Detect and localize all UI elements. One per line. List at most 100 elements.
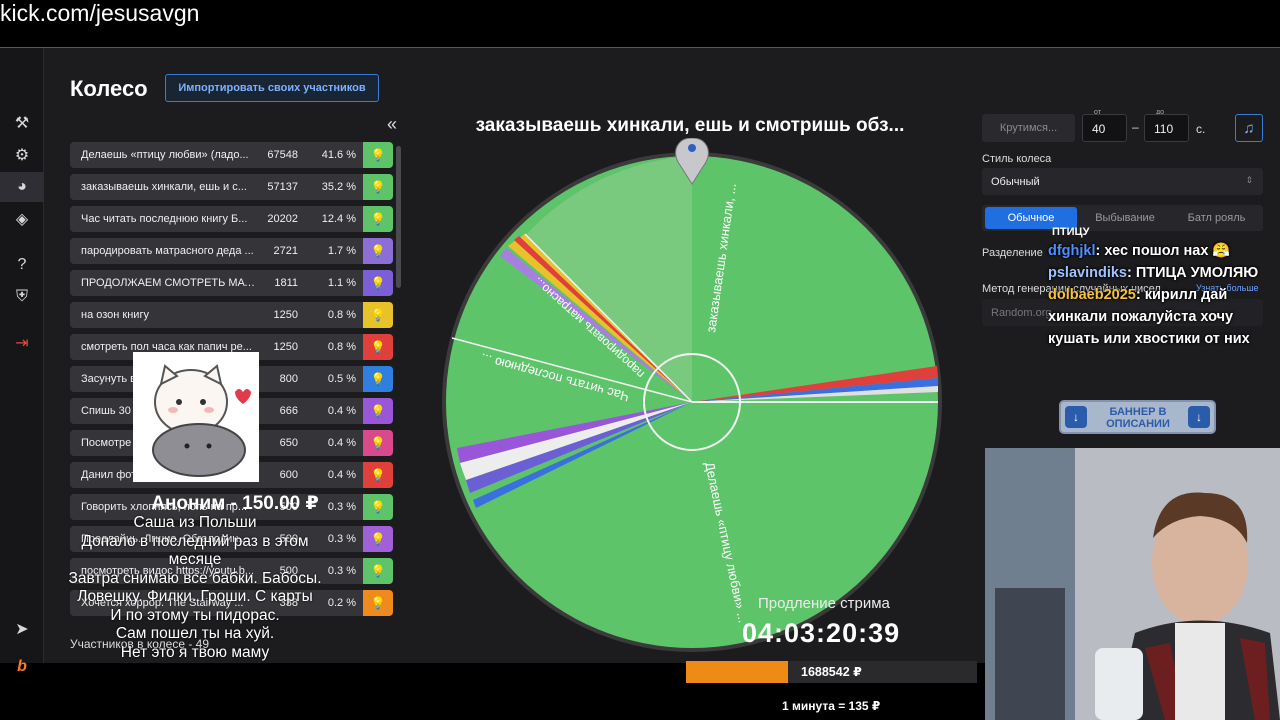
seconds-label: с. — [1196, 122, 1206, 136]
participant-row[interactable]: заказываешь хинкали, ешь и с... 57137 35.2… — [70, 174, 393, 200]
wheel-icon[interactable]: ◕ — [0, 172, 44, 202]
lightbulb-icon: 💡 — [370, 276, 386, 290]
brand-logo-icon: b — [17, 658, 27, 675]
participant-color-button[interactable]: 💡 — [363, 206, 393, 232]
lightbulb-icon: 💡 — [370, 372, 386, 386]
lightbulb-icon: 💡 — [370, 180, 386, 194]
donation-message: Саша из Польши Допало в последний раз в … — [68, 514, 322, 661]
extension-amount: 1688542 ₽ — [801, 665, 862, 679]
participant-count: 1811 — [274, 277, 298, 289]
logout-icon[interactable]: ⇥ — [0, 328, 44, 358]
participants-scrollbar[interactable] — [396, 146, 401, 288]
participant-color-button[interactable]: 💡 — [363, 334, 393, 360]
chat-overlay: dfghjkl: хес пошол нах 😤 pslavindiks: ПТИ… — [1048, 240, 1278, 350]
participant-color-button[interactable]: 💡 — [363, 430, 393, 456]
import-participants-button[interactable]: Импортировать своих участников — [165, 74, 379, 102]
chat-username: pslavindiks — [1048, 265, 1127, 281]
participant-count: 600 — [279, 469, 298, 481]
participant-color-button[interactable]: 💡 — [363, 398, 393, 424]
winner-label: заказываешь хинкали, ешь и смотришь обз.… — [475, 115, 905, 136]
music-button[interactable]: ♫ — [1235, 114, 1263, 142]
participant-percent: 0.4 % — [327, 469, 356, 481]
shield-icon[interactable]: ⛨ — [0, 282, 44, 312]
spin-button[interactable]: Крутимся... — [982, 114, 1075, 142]
participant-count: 67548 — [267, 149, 298, 161]
participant-percent: 41.6 % — [321, 149, 356, 161]
donation-sticker — [133, 352, 259, 482]
participant-row[interactable]: Делаешь «птицу любви» (ладо... 67548 41.6 … — [70, 142, 393, 168]
participant-color-button[interactable]: 💡 — [363, 302, 393, 328]
participant-percent: 1.7 % — [327, 245, 356, 257]
participant-color-button[interactable]: 💡 — [363, 366, 393, 392]
participant-row[interactable]: пародировать матрасного деда ... 2721 1.7 … — [70, 238, 393, 264]
chevron-updown-icon: ⇕ — [1245, 175, 1253, 185]
participant-color-button[interactable]: 💡 — [363, 174, 393, 200]
to-input[interactable]: 110 — [1144, 114, 1189, 142]
participant-count: 666 — [279, 405, 298, 417]
collapse-icon[interactable]: « — [387, 114, 397, 135]
telegram-icon[interactable]: ➤ — [0, 614, 44, 644]
participant-label: ПРОДОЛЖАЕМ СМОТРЕТЬ МАТР... — [81, 277, 259, 289]
participant-color-button[interactable]: 💡 — [363, 590, 393, 616]
chat-username: dolbaeb2025 — [1048, 287, 1136, 303]
help-icon[interactable]: ? — [0, 250, 44, 280]
participant-label: на озон книгу — [81, 309, 149, 321]
layers-icon[interactable]: ◈ — [0, 204, 44, 234]
wheel-style-select[interactable]: Обычный ⇕ — [982, 168, 1263, 195]
participant-label: пародировать матрасного деда ... — [81, 245, 254, 257]
lightbulb-icon: 💡 — [370, 148, 386, 162]
url-overlay: kick.com/jesusavgn — [0, 0, 200, 26]
from-input[interactable]: 40 — [1082, 114, 1127, 142]
range-dash: – — [1132, 120, 1139, 134]
lightbulb-icon: 💡 — [370, 308, 386, 322]
lightbulb-icon: 💡 — [370, 436, 386, 450]
wheel-style-label: Стиль колеса — [982, 153, 1052, 165]
lightbulb-icon: 💡 — [370, 340, 386, 354]
participant-color-button[interactable]: 💡 — [363, 270, 393, 296]
chat-message: dolbaeb2025: кирилл дай хинкали пожалуйс… — [1048, 284, 1278, 350]
lightbulb-icon: 💡 — [370, 212, 386, 226]
participant-count: 20202 — [267, 213, 298, 225]
lightbulb-icon: 💡 — [370, 244, 386, 258]
participant-color-button[interactable]: 💡 — [363, 558, 393, 584]
music-icon: ♫ — [1243, 119, 1255, 137]
tab-elimination[interactable]: Выбывание — [1080, 207, 1170, 229]
gavel-icon[interactable]: ⚒ — [0, 108, 44, 138]
participant-count: 1250 — [273, 309, 298, 321]
wheel-style-value: Обычный — [991, 176, 1040, 188]
chat-message: dfghjkl: хес пошол нах 😤 — [1048, 240, 1278, 262]
extension-timer: 04:03:20:39 — [742, 618, 901, 648]
banner-text: БАННЕР В ОПИСАНИИ — [1106, 406, 1170, 430]
participant-color-button[interactable]: 💡 — [363, 238, 393, 264]
participant-count: 800 — [279, 373, 298, 385]
participant-count: 650 — [279, 437, 298, 449]
mode-tabs: Обычное Выбывание Батл рояль — [982, 205, 1263, 231]
wheel[interactable]: заказываешь хинкали, ... Делаешь «птицу … — [440, 138, 945, 658]
participant-row[interactable]: ПРОДОЛЖАЕМ СМОТРЕТЬ МАТР... 1811 1.1 % 💡 — [70, 270, 393, 296]
webcam-feed — [985, 448, 1280, 720]
participant-row[interactable]: на озон книгу 1250 0.8 % 💡 — [70, 302, 393, 328]
lightbulb-icon: 💡 — [370, 596, 386, 610]
participant-count: 2721 — [273, 245, 298, 257]
participant-color-button[interactable]: 💡 — [363, 462, 393, 488]
participant-percent: 1.1 % — [327, 277, 356, 289]
chat-fragment: ПТИЦУ — [1052, 226, 1090, 238]
participant-count: 57137 — [267, 181, 298, 193]
participant-row[interactable]: Час читать последнюю книгу Б... 20202 12.4… — [70, 206, 393, 232]
participant-percent: 0.8 % — [327, 341, 356, 353]
donation-name: Аноним - 150.00 ₽ — [151, 493, 319, 514]
chat-text: : хес пошол нах 😤 — [1095, 243, 1231, 259]
participant-percent: 0.4 % — [327, 437, 356, 449]
tab-battle-royale[interactable]: Батл рояль — [1173, 207, 1260, 229]
lightbulb-icon: 💡 — [370, 468, 386, 482]
participant-color-button[interactable]: 💡 — [363, 526, 393, 552]
lightbulb-icon: 💡 — [370, 404, 386, 418]
arrow-down-icon: ↓ — [1065, 406, 1087, 428]
lightbulb-icon: 💡 — [370, 532, 386, 546]
extension-progress-fill — [686, 661, 788, 683]
participant-percent: 12.4 % — [321, 213, 356, 225]
participant-count: 1250 — [273, 341, 298, 353]
participant-percent: 0.4 % — [327, 405, 356, 417]
participant-color-button[interactable]: 💡 — [363, 142, 393, 168]
gear-icon[interactable]: ⚙ — [0, 140, 44, 170]
